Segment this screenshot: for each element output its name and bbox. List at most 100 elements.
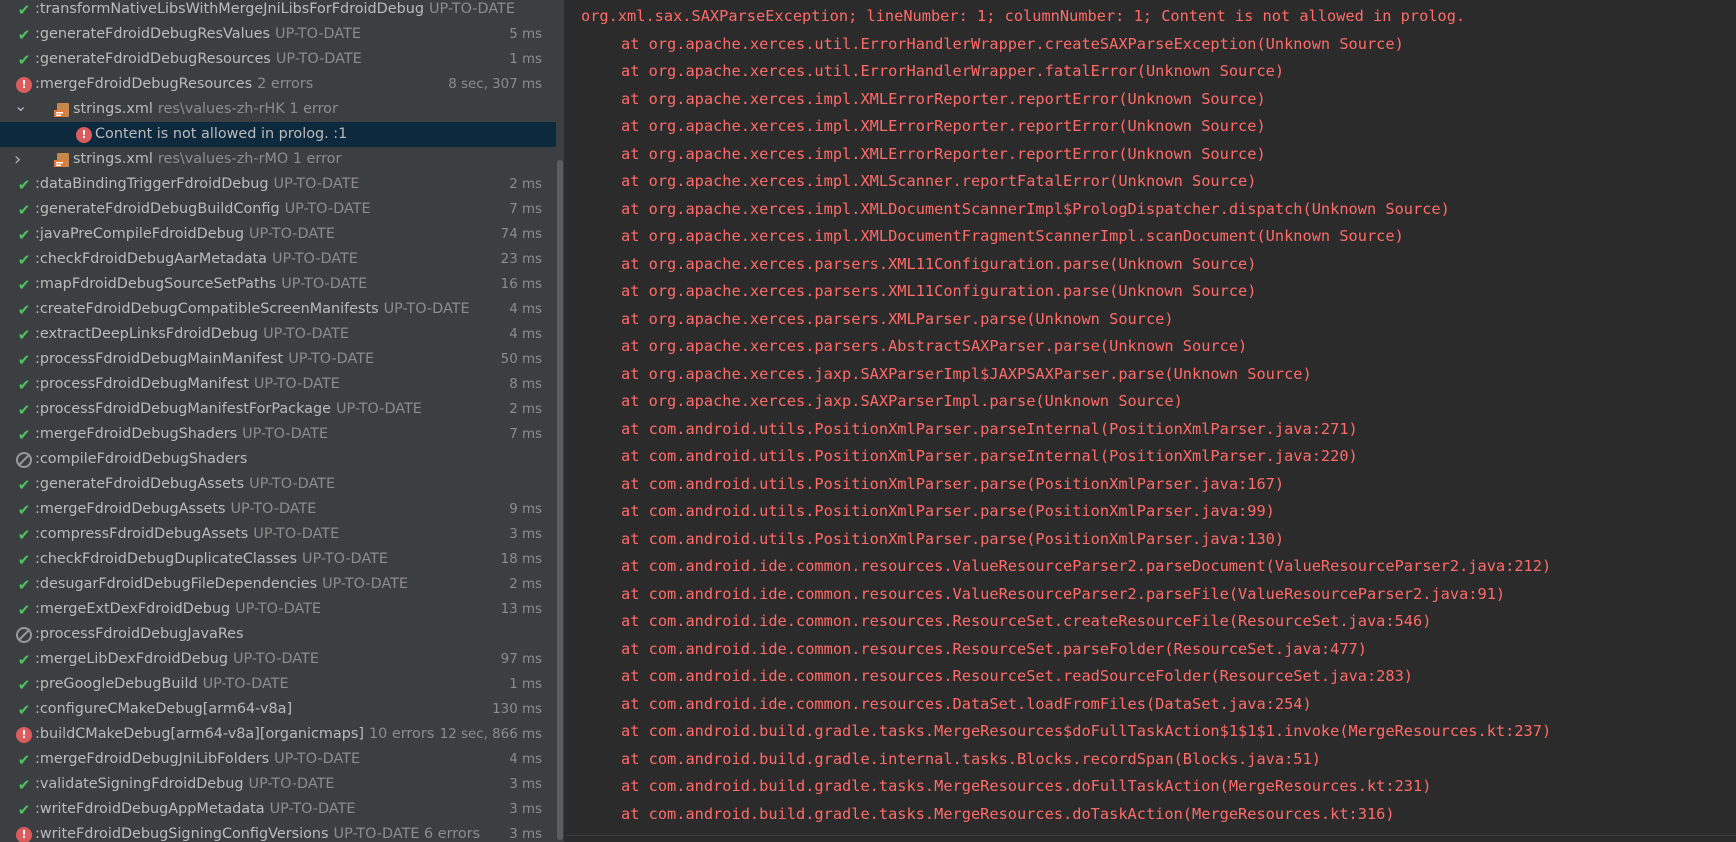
task-status: UP-TO-DATE xyxy=(284,201,371,217)
check-icon: ✔ xyxy=(17,801,31,819)
task-name: :writeFdroidDebugAppMetadata xyxy=(35,801,265,817)
stack-trace-line[interactable]: at com.android.ide.common.resources.Data… xyxy=(621,694,1312,714)
check-icon: ✔ xyxy=(17,501,31,519)
tree-task-row[interactable]: ✔:dataBindingTriggerFdroidDebug UP-TO-DAT… xyxy=(0,172,556,197)
xml-file-icon xyxy=(54,152,72,168)
tree-task-row[interactable]: ✔:processFdroidDebugManifest UP-TO-DATE 8 … xyxy=(0,372,556,397)
stack-trace-line[interactable]: at org.apache.xerces.impl.XMLErrorReport… xyxy=(621,89,1266,109)
stack-trace-line[interactable]: at com.android.utils.PositionXmlParser.p… xyxy=(621,501,1275,521)
task-name: :processFdroidDebugManifestForPackage xyxy=(35,401,331,417)
tree-task-row[interactable]: ✔:mapFdroidDebugSourceSetPaths UP-TO-DATE… xyxy=(0,272,556,297)
stack-trace-line[interactable]: at org.apache.xerces.parsers.XML11Config… xyxy=(621,281,1256,301)
stack-trace-line[interactable]: at com.android.build.gradle.tasks.MergeR… xyxy=(621,721,1551,741)
stack-trace-line[interactable]: at org.apache.xerces.impl.XMLScanner.rep… xyxy=(621,171,1256,191)
task-duration: 12 sec, 866 ms xyxy=(439,727,542,742)
stack-trace-line[interactable]: at com.android.ide.common.resources.Reso… xyxy=(621,611,1431,631)
stack-trace-line[interactable]: at com.android.build.gradle.tasks.MergeR… xyxy=(621,804,1395,824)
stack-trace-line[interactable]: at org.apache.xerces.parsers.AbstractSAX… xyxy=(621,336,1247,356)
tree-task-row[interactable]: !:buildCMakeDebug[arm64-v8a][organicmaps… xyxy=(0,722,556,747)
task-duration: 2 ms xyxy=(509,577,542,592)
panel-divider[interactable] xyxy=(564,0,565,842)
stack-trace-line[interactable]: at com.android.ide.common.resources.Reso… xyxy=(621,639,1367,659)
stack-trace-line[interactable]: at org.apache.xerces.impl.XMLErrorReport… xyxy=(621,144,1266,164)
error-icon: ! xyxy=(16,827,32,842)
tree-task-row[interactable]: ✔:mergeExtDexFdroidDebug UP-TO-DATE 13 ms xyxy=(0,597,556,622)
task-name: :mergeFdroidDebugShaders xyxy=(35,426,238,442)
tree-task-row[interactable]: ✔:processFdroidDebugManifestForPackage UP… xyxy=(0,397,556,422)
stack-trace-line[interactable]: at org.apache.xerces.impl.XMLErrorReport… xyxy=(621,116,1266,136)
tree-task-row[interactable]: ✔:preGoogleDebugBuild UP-TO-DATE 1 ms xyxy=(0,672,556,697)
task-status: UP-TO-DATE xyxy=(253,376,340,392)
tree-task-row[interactable]: ✔:desugarFdroidDebugFileDependencies UP-T… xyxy=(0,572,556,597)
tree-row-label: :processFdroidDebugJavaRes xyxy=(35,622,244,647)
tree-task-row[interactable]: ✔:validateSigningFdroidDebug UP-TO-DATE 3 … xyxy=(0,772,556,797)
task-status: 10 errors xyxy=(369,726,435,742)
check-icon: ✔ xyxy=(17,301,31,319)
stack-trace-line[interactable]: at com.android.utils.PositionXmlParser.p… xyxy=(621,419,1358,439)
chevron-right-icon[interactable]: › xyxy=(14,147,28,172)
tree-task-row[interactable]: ✔:checkFdroidDebugAarMetadata UP-TO-DATE 2… xyxy=(0,247,556,272)
stack-trace-line[interactable]: at com.android.utils.PositionXmlParser.p… xyxy=(621,529,1284,549)
tree-row-label: :writeFdroidDebugSigningConfigVersions UP… xyxy=(35,822,480,842)
task-name: :extractDeepLinksFdroidDebug xyxy=(35,326,259,342)
stack-trace-line[interactable]: at org.apache.xerces.util.ErrorHandlerWr… xyxy=(621,61,1284,81)
tree-task-row[interactable]: ✔:generateFdroidDebugResValues UP-TO-DATE… xyxy=(0,22,556,47)
tree-task-row[interactable]: ✔:generateFdroidDebugBuildConfig UP-TO-DA… xyxy=(0,197,556,222)
exception-message[interactable]: org.xml.sax.SAXParseException; lineNumbe… xyxy=(581,6,1465,26)
check-icon: ✔ xyxy=(17,1,31,19)
task-name: :checkFdroidDebugAarMetadata xyxy=(35,251,267,267)
task-name: :compileFdroidDebugShaders xyxy=(35,451,248,467)
task-status: UP-TO-DATE xyxy=(302,551,388,567)
stack-trace-line[interactable]: at org.apache.xerces.jaxp.SAXParserImpl.… xyxy=(621,391,1183,411)
tree-task-row[interactable]: :processFdroidDebugJavaRes xyxy=(0,622,556,647)
stack-trace-line[interactable]: at org.apache.xerces.impl.XMLDocumentSca… xyxy=(621,199,1450,219)
tree-error-message[interactable]: ! Content is not allowed in prolog. :1 xyxy=(0,122,556,147)
task-duration: 2 ms xyxy=(509,402,542,417)
stack-trace-line[interactable]: at com.android.ide.common.resources.Reso… xyxy=(621,666,1413,686)
tree-task-row[interactable]: !:writeFdroidDebugSigningConfigVersions U… xyxy=(0,822,556,842)
tree-task-row[interactable]: ✔:generateFdroidDebugResources UP-TO-DATE… xyxy=(0,47,556,72)
tree-task-row[interactable]: !:mergeFdroidDebugResources 2 errors 8 sec… xyxy=(0,72,556,97)
task-status: UP-TO-DATE xyxy=(281,276,368,292)
stack-trace-line[interactable]: at org.apache.xerces.util.ErrorHandlerWr… xyxy=(621,34,1404,54)
stack-trace-line[interactable]: at com.android.ide.common.resources.Valu… xyxy=(621,584,1505,604)
stack-trace-line[interactable]: at com.android.build.gradle.internal.tas… xyxy=(621,749,1321,769)
stack-trace-line[interactable]: at org.apache.xerces.impl.XMLDocumentFra… xyxy=(621,226,1404,246)
check-icon: ✔ xyxy=(17,276,31,294)
task-status: 2 errors xyxy=(257,76,314,92)
check-icon: ✔ xyxy=(17,26,31,44)
tree-task-row[interactable]: ✔:mergeFdroidDebugShaders UP-TO-DATE 7 ms xyxy=(0,422,556,447)
tree-task-row[interactable]: ✔:compressFdroidDebugAssets UP-TO-DATE 3 m… xyxy=(0,522,556,547)
task-status: res\values-zh-rMO 1 error xyxy=(157,151,342,167)
tree-task-row[interactable]: :compileFdroidDebugShaders xyxy=(0,447,556,472)
tree-scrollbar-thumb[interactable] xyxy=(557,160,563,840)
tree-file-node[interactable]: › strings.xml res\values-zh-rMO 1 error xyxy=(0,147,556,172)
chevron-down-icon[interactable]: ⌄ xyxy=(14,97,28,118)
check-icon: ✔ xyxy=(17,201,31,219)
tree-task-row[interactable]: ✔:checkFdroidDebugDuplicateClasses UP-TO-… xyxy=(0,547,556,572)
tree-task-row[interactable]: ✔:configureCMakeDebug[arm64-v8a] 130 ms xyxy=(0,697,556,722)
stack-trace-line[interactable]: at com.android.build.gradle.tasks.MergeR… xyxy=(621,776,1431,796)
tree-task-row[interactable]: ✔:javaPreCompileFdroidDebug UP-TO-DATE 74 … xyxy=(0,222,556,247)
task-duration: 7 ms xyxy=(509,427,542,442)
tree-task-row[interactable]: ✔:mergeFdroidDebugAssets UP-TO-DATE 9 ms xyxy=(0,497,556,522)
tree-task-row[interactable]: ✔:mergeFdroidDebugJniLibFolders UP-TO-DAT… xyxy=(0,747,556,772)
tree-scrollbar[interactable] xyxy=(556,0,564,842)
tree-task-row[interactable]: ✔:processFdroidDebugMainManifest UP-TO-DA… xyxy=(0,347,556,372)
stack-trace-line[interactable]: at com.android.utils.PositionXmlParser.p… xyxy=(621,446,1358,466)
stack-trace-line[interactable]: at org.apache.xerces.parsers.XML11Config… xyxy=(621,254,1256,274)
tree-task-row[interactable]: ✔:generateFdroidDebugAssets UP-TO-DATE xyxy=(0,472,556,497)
stack-trace-line[interactable]: at org.apache.xerces.parsers.XMLParser.p… xyxy=(621,309,1174,329)
stack-trace-line[interactable]: at org.apache.xerces.jaxp.SAXParserImpl$… xyxy=(621,364,1312,384)
tree-task-row[interactable]: ✔:extractDeepLinksFdroidDebug UP-TO-DATE 4… xyxy=(0,322,556,347)
tree-task-row[interactable]: ✔:createFdroidDebugCompatibleScreenManif… xyxy=(0,297,556,322)
check-icon: ✔ xyxy=(17,426,31,444)
tree-task-row[interactable]: ✔:mergeLibDexFdroidDebug UP-TO-DATE 97 ms xyxy=(0,647,556,672)
tree-row-label: :writeFdroidDebugAppMetadata UP-TO-DATE xyxy=(35,797,355,822)
stack-trace-line[interactable]: at com.android.ide.common.resources.Valu… xyxy=(621,556,1551,576)
tree-task-row[interactable]: ✔:writeFdroidDebugAppMetadata UP-TO-DATE 3… xyxy=(0,797,556,822)
tree-file-node[interactable]: ⌄ strings.xml res\values-zh-rHK 1 error xyxy=(0,97,556,122)
stack-trace-line[interactable]: at com.android.utils.PositionXmlParser.p… xyxy=(621,474,1284,494)
tree-task-row[interactable]: ✔:transformNativeLibsWithMergeJniLibsFor… xyxy=(0,0,556,22)
check-icon: ✔ xyxy=(17,176,31,194)
